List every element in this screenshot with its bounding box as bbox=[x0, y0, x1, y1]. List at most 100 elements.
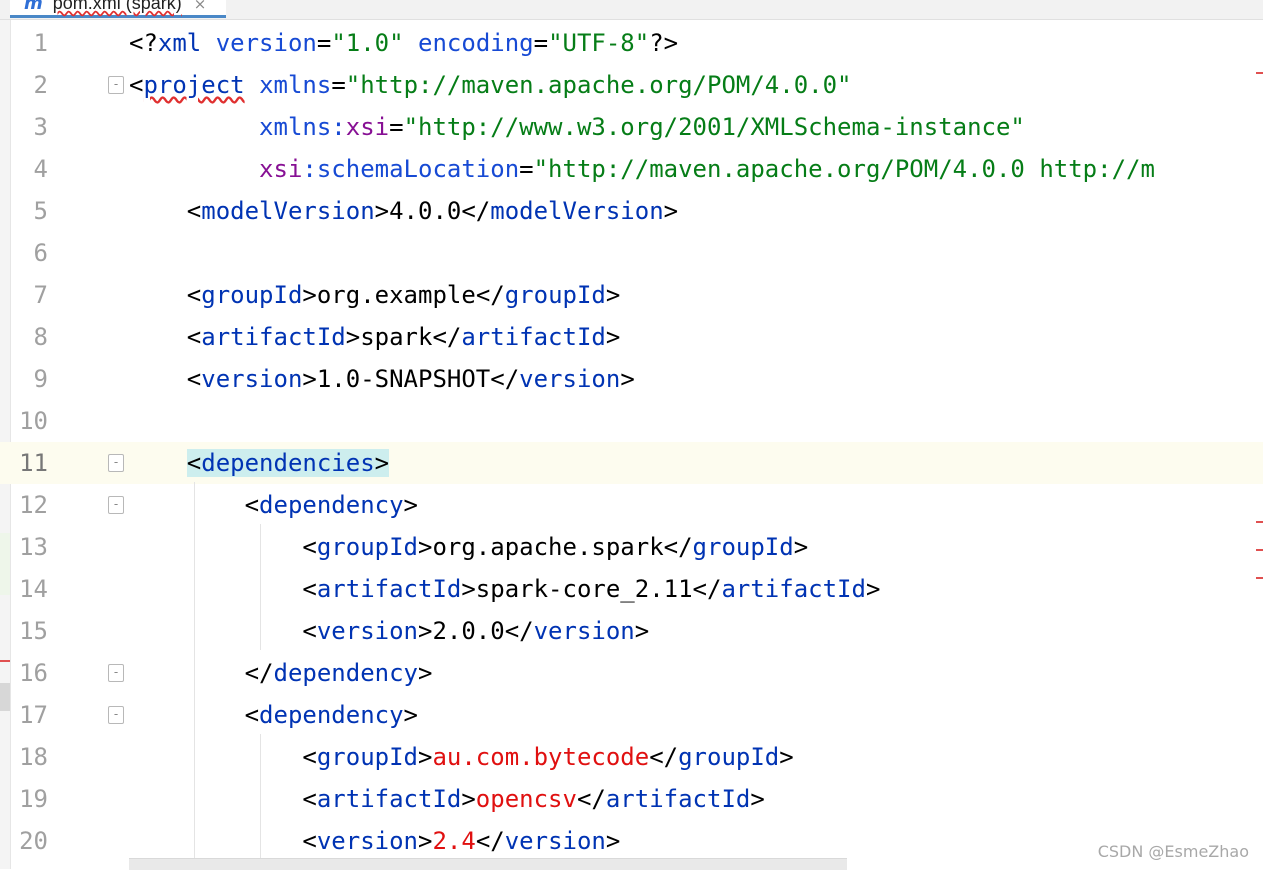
code-token: artifactId bbox=[461, 323, 606, 351]
code-line[interactable]: 1 <?xml version="1.0" encoding="UTF-8"?> bbox=[0, 22, 1263, 64]
code-token: = bbox=[331, 71, 346, 99]
code-token: 1.0-SNAPSHOT bbox=[316, 365, 491, 393]
code-token: > bbox=[865, 575, 881, 603]
tab-title: pom.xml (spark) bbox=[52, 0, 182, 13]
code-token: </ bbox=[432, 323, 462, 351]
code-line[interactable]: 18 <groupId>au.com.bytecode</groupId> bbox=[0, 736, 1263, 778]
code-token: > bbox=[605, 323, 621, 351]
close-icon[interactable]: × bbox=[194, 0, 207, 13]
code-token: artifactId bbox=[201, 323, 346, 351]
code-token: > bbox=[403, 491, 418, 519]
error-stripe-mark[interactable] bbox=[1256, 72, 1263, 74]
code-token: au.com.bytecode bbox=[432, 743, 650, 771]
code-text[interactable]: xsi:schemaLocation="http://maven.apache.… bbox=[129, 148, 1155, 190]
code-token: 2.0.0 bbox=[432, 617, 505, 645]
indent-guide bbox=[260, 524, 261, 650]
line-number: 16 bbox=[19, 659, 48, 687]
code-text[interactable]: <version>2.4</version> bbox=[129, 820, 620, 862]
code-token: 4.0.0 bbox=[389, 197, 462, 225]
code-text[interactable]: <dependency> bbox=[129, 694, 418, 736]
error-stripe-mark[interactable] bbox=[1256, 549, 1263, 551]
code-line[interactable]: 3 xmlns:xsi="http://www.w3.org/2001/XMLS… bbox=[0, 106, 1263, 148]
code-token: version bbox=[215, 29, 317, 57]
code-token: artifactId bbox=[316, 785, 462, 813]
code-line[interactable]: 14 <artifactId>spark-core_2.11</artifact… bbox=[0, 568, 1263, 610]
line-number: 11 bbox=[19, 449, 48, 477]
error-stripe-mark[interactable] bbox=[1256, 577, 1263, 579]
code-text[interactable]: <project xmlns="http://maven.apache.org/… bbox=[129, 64, 852, 106]
code-text[interactable]: </dependency> bbox=[129, 652, 433, 694]
code-token: artifactId bbox=[605, 785, 751, 813]
code-token: < bbox=[129, 785, 317, 813]
code-line[interactable]: 12 - <dependency> bbox=[0, 484, 1263, 526]
horizontal-scrollbar[interactable] bbox=[129, 858, 847, 870]
code-line[interactable]: 8 <artifactId>spark</artifactId> bbox=[0, 316, 1263, 358]
code-token: > bbox=[620, 365, 635, 393]
fold-icon[interactable]: - bbox=[108, 706, 124, 724]
line-number: 20 bbox=[19, 827, 48, 855]
code-line[interactable]: 10 bbox=[0, 400, 1263, 442]
code-token: spark bbox=[360, 323, 433, 351]
code-line[interactable]: 15 <version>2.0.0</version> bbox=[0, 610, 1263, 652]
code-text[interactable]: <artifactId>spark-core_2.11</artifactId> bbox=[129, 568, 880, 610]
watermark: CSDN @EsmeZhao bbox=[1097, 842, 1249, 861]
code-text[interactable]: xmlns:xsi="http://www.w3.org/2001/XMLSch… bbox=[129, 106, 1025, 148]
line-number: 7 bbox=[33, 281, 48, 309]
fold-icon[interactable]: - bbox=[108, 496, 124, 514]
maven-icon: m bbox=[24, 0, 43, 14]
code-line[interactable]: 13 <groupId>org.apache.spark</groupId> bbox=[0, 526, 1263, 568]
code-token: = bbox=[533, 29, 549, 57]
code-text[interactable]: <artifactId>opencsv</artifactId> bbox=[129, 778, 764, 820]
code-text[interactable]: <version>1.0-SNAPSHOT</version> bbox=[129, 358, 635, 400]
code-token: > bbox=[634, 617, 650, 645]
code-token: < bbox=[129, 617, 317, 645]
code-line[interactable]: 20 <version>2.4</version> bbox=[0, 820, 1263, 862]
code-line[interactable]: 7 <groupId>org.example</groupId> bbox=[0, 274, 1263, 316]
code-token: < bbox=[129, 197, 202, 225]
code-text[interactable]: <dependencies> bbox=[129, 442, 390, 484]
code-text[interactable]: <modelVersion>4.0.0</modelVersion> bbox=[129, 190, 678, 232]
code-line[interactable]: 19 <artifactId>opencsv</artifactId> bbox=[0, 778, 1263, 820]
code-token: </ bbox=[663, 533, 693, 561]
code-line[interactable]: 11 - <dependencies> bbox=[0, 442, 1263, 484]
code-token: </ bbox=[490, 365, 520, 393]
code-line[interactable]: 2 - <project xmlns="http://maven.apache.or… bbox=[0, 64, 1263, 106]
code-line[interactable]: 16 - </dependency> bbox=[0, 652, 1263, 694]
code-line[interactable]: 9 <version>1.0-SNAPSHOT</version> bbox=[0, 358, 1263, 400]
code-token: version bbox=[316, 827, 418, 855]
code-token: < bbox=[129, 575, 317, 603]
tab-pom-xml[interactable]: m pom.xml (spark) × bbox=[10, 0, 226, 18]
code-token: > bbox=[461, 575, 476, 603]
code-token: "1.0" bbox=[331, 29, 404, 57]
line-number: 13 bbox=[19, 533, 48, 561]
code-text[interactable]: <groupId>au.com.bytecode</groupId> bbox=[129, 736, 793, 778]
code-token: encoding bbox=[418, 29, 534, 57]
error-stripe-mark[interactable] bbox=[1256, 521, 1263, 523]
code-token: modelVersion bbox=[490, 197, 664, 225]
code-token: > bbox=[418, 827, 433, 855]
fold-icon[interactable]: - bbox=[108, 664, 124, 682]
code-text[interactable]: <groupId>org.example</groupId> bbox=[129, 274, 621, 316]
code-text[interactable]: <?xml version="1.0" encoding="UTF-8"?> bbox=[129, 22, 678, 64]
code-line[interactable]: 6 bbox=[0, 232, 1263, 274]
line-number: 6 bbox=[33, 239, 48, 267]
code-token: dependencies bbox=[201, 449, 375, 477]
code-line[interactable]: 5 <modelVersion>4.0.0</modelVersion> bbox=[0, 190, 1263, 232]
code-token: </ bbox=[576, 785, 606, 813]
line-number: 8 bbox=[33, 323, 48, 351]
code-token: artifactId bbox=[721, 575, 866, 603]
code-text[interactable]: <dependency> bbox=[129, 484, 418, 526]
code-line[interactable]: 4 xsi:schemaLocation="http://maven.apach… bbox=[0, 148, 1263, 190]
fold-icon[interactable]: - bbox=[108, 76, 124, 94]
fold-icon[interactable]: - bbox=[108, 454, 124, 472]
code-line[interactable]: 17 - <dependency> bbox=[0, 694, 1263, 736]
code-text[interactable]: <artifactId>spark</artifactId> bbox=[129, 316, 621, 358]
code-token: xsi bbox=[259, 155, 303, 183]
code-token: spark-core_2.11 bbox=[475, 575, 693, 603]
code-text[interactable]: <groupId>org.apache.spark</groupId> bbox=[129, 526, 808, 568]
code-token: > bbox=[403, 701, 418, 729]
code-text[interactable]: <version>2.0.0</version> bbox=[129, 610, 649, 652]
